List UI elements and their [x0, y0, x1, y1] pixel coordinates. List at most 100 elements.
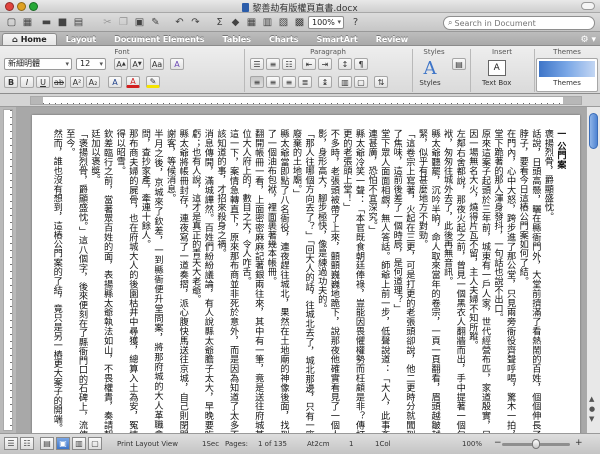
zoom-select[interactable]: 100%	[308, 16, 344, 29]
sum-icon[interactable]: Σ	[212, 15, 227, 29]
increase-indent-icon[interactable]: ⇥	[318, 58, 332, 70]
document-page[interactable]: 一 公門案 褒揚烈骨，爵顯盛忱。 話說，日頭高懸，曬在縣衙門外，大堂前擠滿了看熱…	[32, 115, 580, 433]
tab-review[interactable]: Review	[367, 33, 417, 45]
search-input[interactable]	[454, 18, 585, 28]
paste-icon[interactable]: ▣	[132, 15, 147, 29]
templates-icon[interactable]: ▦	[20, 15, 35, 29]
draft-view-icon[interactable]: ☰	[4, 437, 18, 450]
previous-page-icon[interactable]: ▲	[589, 395, 594, 403]
show-formatting-icon[interactable]: ¶	[354, 58, 368, 70]
body-paragraph: 縣太爺冷笑一聲：「本官既食朝廷俸祿，豈能因畏懼權勢而枉顧是非？傳打更的老張頭上堂…	[340, 129, 365, 433]
save-icon[interactable]: ■	[55, 15, 70, 29]
tab-smartart-label: SmartArt	[316, 34, 358, 44]
themes-label: Themes	[553, 79, 581, 87]
toolbar-toggle-button[interactable]	[581, 2, 595, 10]
align-left-button[interactable]: ≡	[250, 76, 264, 88]
sidebar-icon[interactable]: ▧	[276, 15, 291, 29]
themes-gallery[interactable]: Themes	[536, 58, 598, 92]
highlight-button[interactable]: ✎	[146, 76, 160, 88]
zoom-out-icon[interactable]: −	[494, 438, 502, 448]
columns-icon[interactable]: ▥	[260, 15, 275, 29]
font-size-select[interactable]: 12	[76, 58, 106, 70]
toolbox-icon[interactable]: ▩	[292, 15, 307, 29]
cut-icon[interactable]: ✂	[100, 15, 115, 29]
help-icon[interactable]: ?	[348, 15, 363, 29]
format-painter-icon[interactable]: ✎	[148, 15, 163, 29]
numbering-icon[interactable]: ≡	[266, 58, 280, 70]
font-color-button[interactable]: A	[126, 76, 140, 88]
publishing-view-icon[interactable]: ▤	[40, 437, 54, 450]
italic-button[interactable]: I	[20, 76, 34, 88]
horizontal-ruler[interactable]	[30, 96, 582, 105]
underline-button[interactable]: U	[36, 76, 50, 88]
font-group-label: Font	[114, 48, 130, 56]
tab-tables[interactable]: Tables	[214, 33, 260, 45]
shading-icon[interactable]: ▥	[338, 76, 352, 88]
redo-icon[interactable]: ↷	[188, 15, 203, 29]
styles-icon: A	[423, 57, 437, 79]
vertical-ruler[interactable]	[3, 109, 13, 431]
tab-layout[interactable]: Layout	[57, 33, 105, 45]
pages-label: Pages:	[225, 440, 248, 448]
text-box-button[interactable]: A Text Box	[482, 58, 511, 87]
tab-charts[interactable]: Charts	[260, 33, 308, 45]
vertical-scrollbar[interactable]: ▲ ● ▼	[586, 107, 600, 433]
line-spacing-icon[interactable]: ↨	[318, 76, 332, 88]
align-center-button[interactable]: ≡	[266, 76, 280, 88]
align-right-button[interactable]: ≡	[282, 76, 296, 88]
styles-button[interactable]: A Styles	[418, 57, 442, 88]
tab-review-label: Review	[375, 34, 409, 44]
tab-smartart[interactable]: SmartArt	[307, 33, 366, 45]
ribbon-options-gear-icon[interactable]: ⚙ ▾	[581, 35, 596, 45]
outline-view-icon[interactable]: ☷	[20, 437, 34, 450]
strikethrough-button[interactable]: ab	[52, 76, 66, 88]
status-bar: ☰ ☷ ▤ ▣ ▥ ▢ Print Layout View 1Sec Pages…	[0, 433, 600, 454]
subscript-button[interactable]: A₂	[86, 76, 100, 88]
print-icon[interactable]: ▤	[71, 15, 86, 29]
table-icon[interactable]: ▦	[244, 15, 259, 29]
open-folder-icon[interactable]: ▬	[39, 15, 54, 29]
text-direction-icon[interactable]: ⇅	[374, 76, 388, 88]
multilevel-list-icon[interactable]: ☷	[282, 58, 296, 70]
text-effects-icon[interactable]: A	[170, 58, 184, 70]
justify-button[interactable]: ≣	[298, 76, 312, 88]
tab-document-elements[interactable]: Document Elements	[105, 33, 213, 45]
tab-document-elements-label: Document Elements	[114, 34, 205, 44]
document-canvas[interactable]: 一 公門案 褒揚烈骨，爵顯盛忱。 話說，日頭高懸，曬在縣衙門外，大堂前擠滿了看熱…	[16, 107, 586, 433]
group-separator	[244, 49, 245, 92]
decrease-indent-icon[interactable]: ⇤	[302, 58, 316, 70]
zoom-in-icon[interactable]: +	[575, 438, 583, 448]
shrink-font-icon[interactable]: A ▼	[130, 58, 144, 70]
shapes-icon[interactable]: ◆	[228, 15, 243, 29]
body-paragraph: 話說，日頭高懸，曬在縣衙門外，大堂前擠滿了看熱鬧的百姓，個個伸長了脖子，要看今日…	[517, 129, 541, 433]
bold-button[interactable]: B	[4, 76, 18, 88]
body-paragraph: 「這卷宗上寫著，火起在三更，可是打更的老張頭卻說，他二更時分就聞到了焦味，這前後…	[391, 129, 415, 433]
ribbon-tab-bar: ⌂ Home Layout Document Elements Tables Ch…	[0, 32, 600, 46]
search-field[interactable]: ⌕	[443, 16, 595, 30]
clear-formatting-icon[interactable]: Aa	[150, 58, 164, 70]
scrollbar-thumb[interactable]	[589, 113, 598, 149]
document-body[interactable]: 一 公門案 褒揚烈骨，爵顯盛忱。 話說，日頭高懸，曬在縣衙門外，大堂前擠滿了看熱…	[46, 129, 566, 433]
superscript-button[interactable]: A²	[70, 76, 84, 88]
sort-icon[interactable]: ↕	[338, 58, 352, 70]
undo-icon[interactable]: ↶	[172, 15, 187, 29]
focus-view-icon[interactable]: ▢	[88, 437, 102, 450]
grow-font-icon[interactable]: A ▲	[114, 58, 128, 70]
font-name-select[interactable]: 新細明體	[4, 58, 72, 70]
theme-swatch	[539, 61, 595, 77]
text-color-icon[interactable]: A	[108, 76, 122, 88]
styles-pane-icon[interactable]: ▤	[452, 58, 466, 70]
select-browse-object-icon[interactable]: ●	[589, 405, 595, 413]
pages-value[interactable]: 1 of 135	[258, 440, 287, 448]
tab-home[interactable]: ⌂ Home	[2, 33, 57, 45]
borders-icon[interactable]: ▢	[354, 76, 368, 88]
chapter-subheading: 褒揚烈骨，爵顯盛忱。	[542, 129, 554, 221]
next-page-icon[interactable]: ▼	[589, 415, 594, 423]
new-document-icon[interactable]: ▢	[4, 15, 19, 29]
print-layout-view-icon[interactable]: ▣	[56, 437, 70, 450]
bullets-icon[interactable]: ☰	[250, 58, 264, 70]
paragraph-group-label: Paragraph	[310, 48, 346, 56]
copy-icon[interactable]: ❐	[116, 15, 131, 29]
notebook-view-icon[interactable]: ▥	[72, 437, 86, 450]
zoom-slider-knob[interactable]	[532, 439, 540, 449]
